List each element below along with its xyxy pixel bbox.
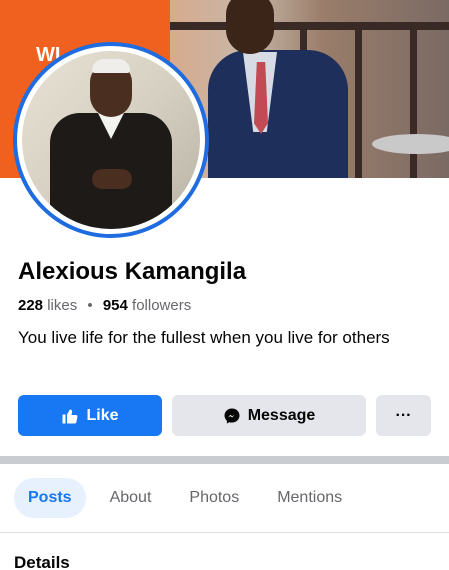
likes-label: likes (47, 297, 78, 314)
message-button-label: Message (247, 406, 316, 424)
cover-table (372, 134, 449, 154)
cover-railing-post (410, 22, 417, 178)
separator-dot: • (87, 297, 93, 314)
cover-railing-post (355, 22, 362, 178)
followers-label: followers (132, 297, 192, 314)
more-options-button[interactable]: ··· (376, 395, 431, 436)
avatar (22, 51, 200, 229)
likes-count: 228 (18, 297, 44, 314)
profile-picture-border (17, 46, 205, 234)
cover-person-suit (208, 50, 348, 178)
profile-stats: 228 likes • 954 followers (18, 297, 191, 314)
messenger-icon (223, 407, 241, 425)
profile-tabs: Posts About Photos Mentions (14, 478, 366, 518)
tab-mentions[interactable]: Mentions (263, 478, 356, 518)
tab-photos[interactable]: Photos (175, 478, 253, 518)
message-button[interactable]: Message (172, 395, 366, 436)
tab-posts[interactable]: Posts (14, 478, 86, 518)
like-button[interactable]: Like (18, 395, 162, 436)
cover-railing (170, 22, 449, 30)
tab-about[interactable]: About (96, 478, 166, 518)
details-heading: Details (14, 553, 70, 570)
followers-count: 954 (102, 297, 128, 314)
profile-picture[interactable] (13, 42, 209, 238)
profile-bio: You live life for the fullest when you l… (18, 328, 390, 347)
section-divider (0, 456, 449, 464)
thumbs-up-icon (61, 407, 79, 425)
avatar-hands (92, 169, 132, 189)
page-title: Alexious Kamangila (18, 258, 247, 285)
like-button-label: Like (86, 406, 119, 424)
more-dots-icon: ··· (395, 406, 412, 424)
avatar-cap (92, 59, 130, 73)
cover-person-head (226, 0, 274, 54)
tabs-divider (0, 532, 449, 533)
